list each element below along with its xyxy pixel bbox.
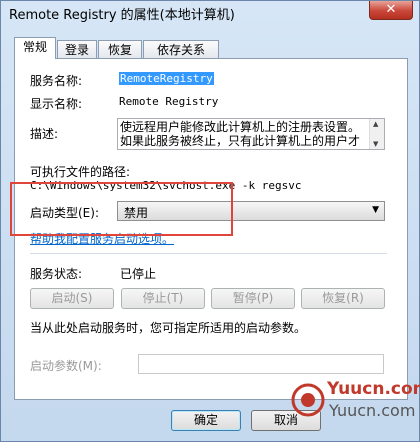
startup-type-select[interactable]: 禁用 ▼ — [117, 201, 385, 221]
display-name-label: 显示名称: — [30, 97, 83, 111]
watermark-logo-icon — [291, 383, 325, 417]
tab-general[interactable]: 常规 — [14, 37, 56, 59]
scroll-down-icon[interactable]: ▼ — [373, 140, 378, 148]
tab-dependencies[interactable]: 依存关系 — [143, 40, 219, 58]
exe-path-label: 可执行文件的路径: — [30, 165, 131, 179]
close-button[interactable]: ✕ — [369, 1, 413, 20]
start-button[interactable]: 启动(S) — [30, 288, 114, 309]
startup-type-label: 启动类型(E): — [30, 206, 99, 220]
pause-button[interactable]: 暂停(P) — [211, 288, 295, 309]
status-value: 已停止 — [120, 267, 157, 281]
startup-type-value: 禁用 — [124, 206, 149, 220]
watermark-line1: Yuucn.com — [327, 379, 420, 399]
close-icon: ✕ — [385, 2, 397, 17]
service-name-label: 服务名称: — [30, 74, 83, 88]
service-name-value[interactable]: RemoteRegistry — [119, 72, 214, 85]
properties-dialog: Remote Registry 的属性(本地计算机) ✕ 常规 登录 恢复 依存… — [0, 0, 420, 442]
window-title: Remote Registry 的属性(本地计算机) — [9, 8, 235, 23]
startup-hint: 当从此处启动服务时，您可指定所适用的启动参数。 — [30, 321, 307, 335]
watermark: Yuucn.com Yuucn.com — [289, 377, 420, 429]
description-box[interactable]: 使远程用户能修改此计算机上的注册表设置。如果此服务被终止，只有此计算机上的用户才… — [117, 118, 385, 150]
status-label: 服务状态: — [30, 267, 83, 281]
description-label: 描述: — [30, 127, 59, 141]
help-configure-link[interactable]: 帮助我配置服务启动选项。 — [30, 230, 174, 247]
tab-recovery[interactable]: 恢复 — [98, 40, 142, 58]
display-name-value[interactable]: Remote Registry — [119, 95, 218, 108]
ok-button[interactable]: 确定 — [171, 410, 241, 431]
watermark-line2: Yuucn.com — [329, 401, 416, 420]
description-text: 使远程用户能修改此计算机上的注册表设置。如果此服务被终止，只有此计算机上的用户才 — [120, 120, 361, 148]
chevron-down-icon: ▼ — [372, 205, 379, 215]
resume-button[interactable]: 恢复(R) — [301, 288, 385, 309]
scroll-up-icon[interactable]: ▲ — [373, 120, 378, 128]
description-scrollbar[interactable]: ▲ ▼ — [369, 119, 384, 149]
service-name-text: RemoteRegistry — [119, 72, 214, 85]
exe-path-value[interactable]: C:\Windows\system32\svchost.exe -k regsv… — [30, 179, 302, 192]
stop-button[interactable]: 停止(T) — [121, 288, 205, 309]
param-input[interactable] — [138, 354, 384, 374]
divider — [30, 253, 387, 254]
param-label: 启动参数(M): — [30, 359, 102, 373]
tab-logon[interactable]: 登录 — [57, 40, 97, 58]
